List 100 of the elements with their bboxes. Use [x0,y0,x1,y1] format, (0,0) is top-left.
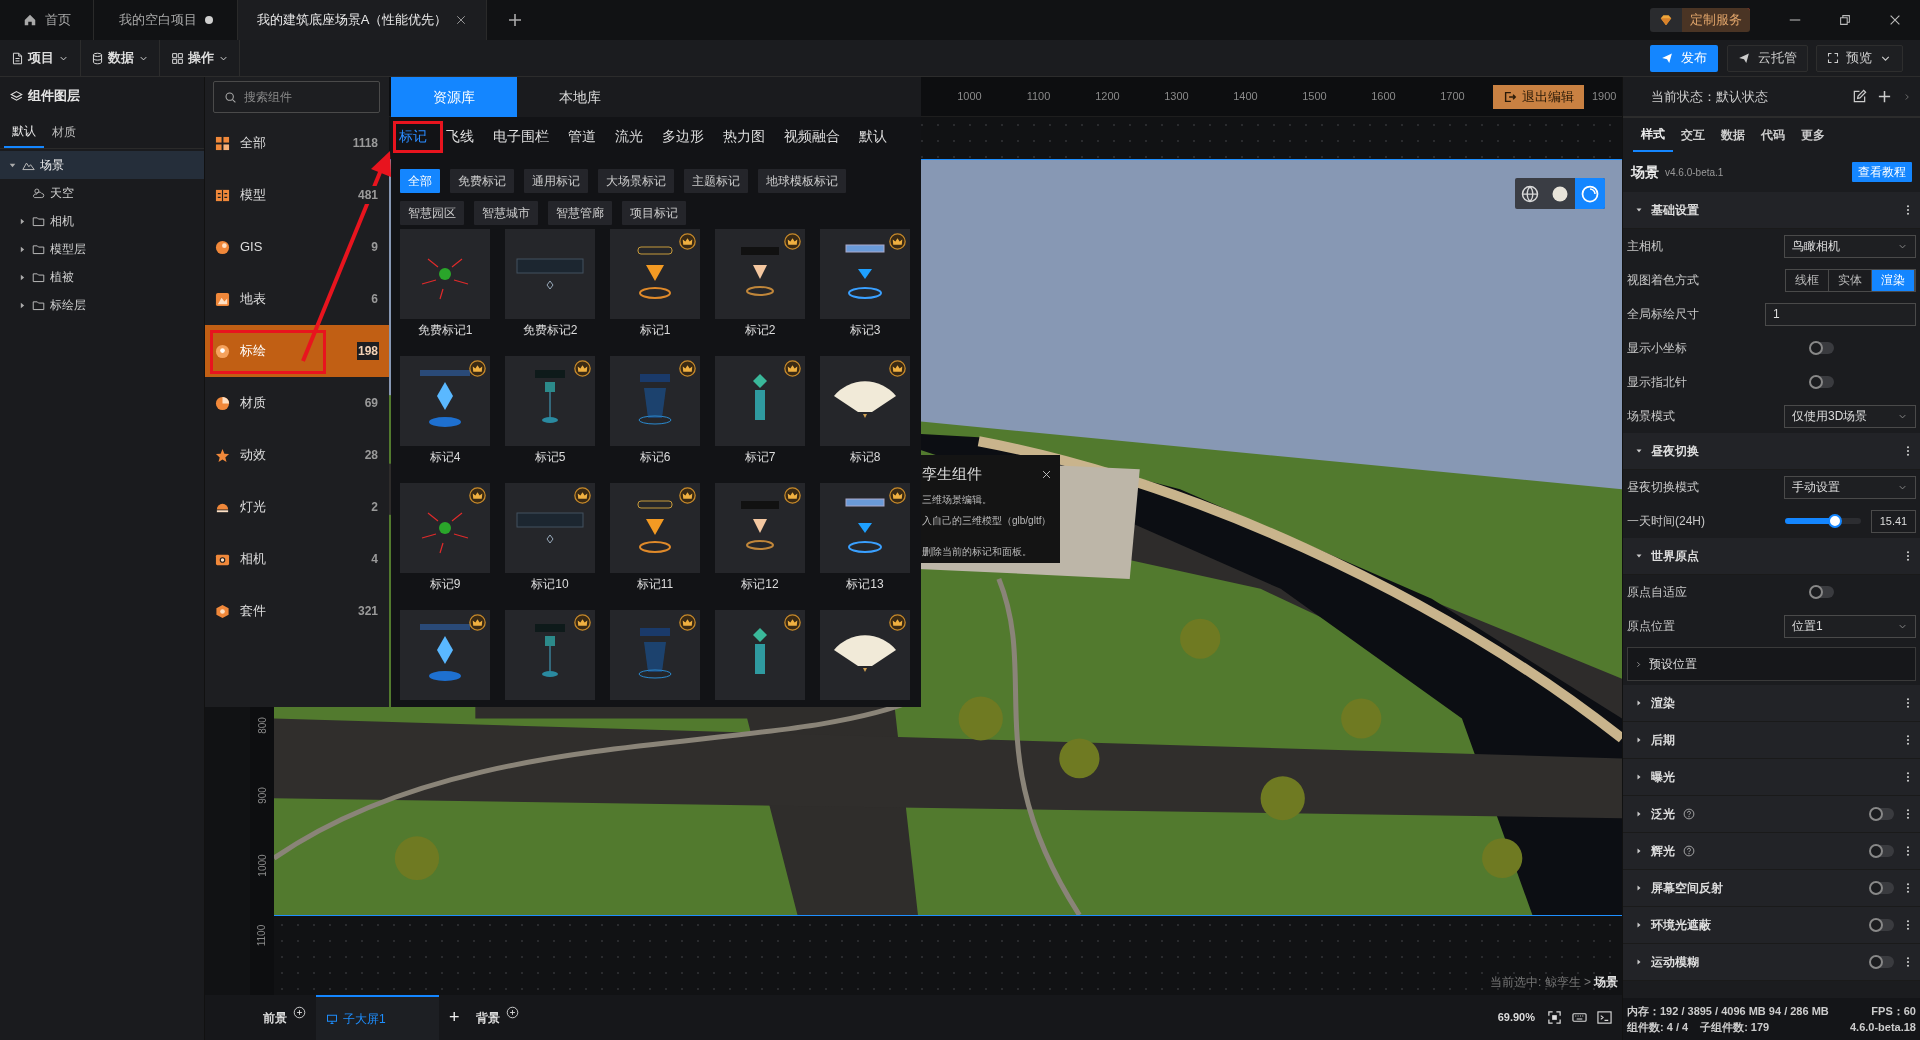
section-header[interactable]: 世界原点 [1623,538,1920,575]
segmented-control[interactable]: 线框 实体 渲染 [1785,268,1916,292]
menu-button[interactable]: 项目 [0,39,81,77]
publish-button[interactable]: 发布 [1650,44,1718,72]
foreground-tab[interactable]: 前景 [253,995,316,1040]
screen-tab[interactable]: 子大屏1 [316,995,439,1040]
inspector-tab[interactable]: 代码 [1753,118,1793,152]
section-header[interactable]: 渲染 [1623,685,1920,722]
marker-tile[interactable] [715,610,805,700]
restore-icon[interactable] [1838,13,1852,27]
marker-tile[interactable] [505,610,595,700]
filter-chip[interactable]: 智慧管廊 [548,201,612,225]
section-header[interactable]: 屏幕空间反射 [1623,870,1920,907]
caret-right-icon[interactable] [1635,884,1643,892]
inspector-tab[interactable]: 更多 [1793,118,1833,152]
terminal-icon[interactable] [1597,1010,1612,1025]
section-header[interactable]: 曝光 [1623,759,1920,796]
select-field[interactable]: 鸟瞰相机 [1784,234,1916,258]
caret-right-icon[interactable] [1635,810,1643,818]
segment-option[interactable]: 线框 [1786,269,1830,291]
add-screen-button[interactable]: + [439,1004,470,1031]
marker-tile[interactable] [400,356,490,446]
section-header[interactable]: 泛光 [1623,796,1920,833]
caret-right-icon[interactable] [18,300,27,310]
section-header[interactable]: 后期 [1623,722,1920,759]
category-tab[interactable]: 标记 [399,125,427,147]
value-field[interactable]: 15.41 [1870,509,1916,533]
section-header[interactable]: 辉光 [1623,833,1920,870]
segment-option[interactable]: 渲染 [1872,269,1915,291]
panel-tab[interactable]: 材质 [44,115,84,148]
category-tab[interactable]: 流光 [615,125,643,147]
toggle-switch[interactable] [1870,845,1894,857]
marker-tile[interactable] [715,356,805,446]
marker-tile[interactable] [610,356,700,446]
category-tab[interactable]: 默认 [859,125,887,147]
filter-chip[interactable]: 主题标记 [684,169,748,193]
exit-edit-button[interactable]: 退出编辑 [1493,84,1584,109]
filter-chip[interactable]: 地球模板标记 [758,169,846,193]
add-icon[interactable] [505,1006,519,1019]
category-item[interactable]: 相机 4 [205,533,389,585]
toggle-switch[interactable] [1870,882,1894,894]
category-item[interactable]: 模型 481 [205,169,389,221]
close-icon[interactable] [1041,468,1052,480]
select-field[interactable]: 仅使用3D场景 [1784,404,1916,428]
caret-right-icon[interactable] [1635,921,1643,929]
tree-item[interactable]: 场景 [0,151,204,179]
caret-right-icon[interactable] [1635,847,1643,855]
tree-item[interactable]: 标绘层 [0,291,204,319]
fit-screen-icon[interactable] [1547,1010,1562,1025]
filter-chip[interactable]: 智慧园区 [400,201,464,225]
number-field[interactable]: 1 [1765,302,1916,326]
inspector-tab[interactable]: 数据 [1713,118,1753,152]
marker-tile[interactable] [400,483,490,573]
library-tab[interactable]: 资源库 [391,77,517,117]
category-item[interactable]: GIS 9 [205,221,389,273]
filter-chip[interactable]: 项目标记 [622,201,686,225]
toggle-switch[interactable] [1870,808,1894,820]
select-field[interactable]: 位置1 [1784,614,1916,638]
category-tab[interactable]: 热力图 [723,125,765,147]
tree-item[interactable]: 相机 [0,207,204,235]
section-header[interactable]: 昼夜切换 [1623,433,1920,470]
background-tab[interactable]: 背景 [469,995,525,1040]
collapsible-group[interactable]: 预设位置 [1627,647,1916,681]
filter-chip[interactable]: 智慧城市 [474,201,538,225]
menu-button[interactable]: 数据 [81,39,160,77]
breadcrumb-current[interactable]: 场景 [1594,973,1618,991]
marker-tile[interactable] [610,229,700,319]
category-item[interactable]: 动效 28 [205,429,389,481]
marker-tile[interactable] [610,610,700,700]
filter-chip[interactable]: 大场景标记 [598,169,674,193]
category-tab[interactable]: 多边形 [662,125,704,147]
filter-chip[interactable]: 通用标记 [524,169,588,193]
edit-icon[interactable] [1852,89,1867,104]
close-icon[interactable] [455,14,468,26]
cloud-hosting-button[interactable]: 云托管 [1727,44,1808,72]
section-header[interactable]: 运动模糊 [1623,944,1920,981]
marker-tile[interactable] [820,229,910,319]
inspector-tab[interactable]: 样式 [1633,118,1673,152]
category-item[interactable]: 灯光 2 [205,481,389,533]
caret-right-icon[interactable] [18,216,27,226]
tutorial-button[interactable]: 查看教程 [1852,162,1912,182]
category-item[interactable]: 地表 6 [205,273,389,325]
caret-right-icon[interactable] [18,272,27,282]
section-header[interactable]: 环境光遮蔽 [1623,907,1920,944]
filter-chip[interactable]: 免费标记 [450,169,514,193]
marker-tile[interactable] [610,483,700,573]
category-tab[interactable]: 飞线 [446,125,474,147]
marker-tile[interactable] [400,610,490,700]
preview-button[interactable]: 预览 [1816,44,1903,72]
slider-thumb[interactable] [1828,514,1843,528]
marker-tile[interactable] [505,356,595,446]
close-icon[interactable] [1888,13,1902,27]
library-tab[interactable]: 本地库 [517,77,643,117]
toggle-switch[interactable] [1810,586,1834,598]
add-icon[interactable] [1877,89,1892,104]
caret-right-icon[interactable] [1635,958,1643,966]
search-field[interactable]: 搜索组件 [213,81,380,113]
panel-tab[interactable]: 默认 [4,115,44,148]
marker-tile[interactable] [820,483,910,573]
menu-button[interactable]: 操作 [160,39,240,77]
